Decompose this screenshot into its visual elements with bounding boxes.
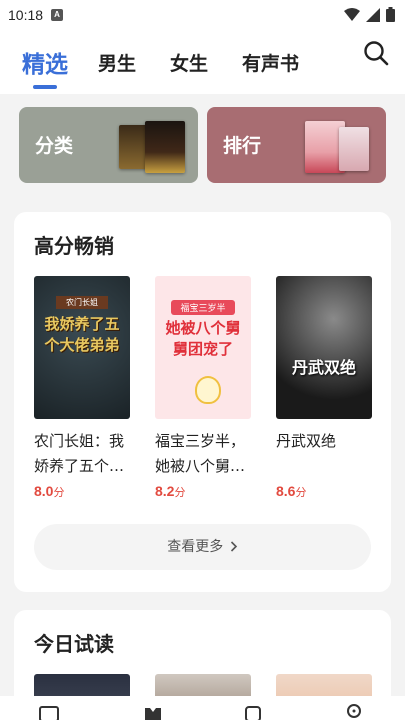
category-icon[interactable] <box>242 704 264 720</box>
cover-title: 她被八个舅舅团宠了 <box>165 319 241 358</box>
notification-icon: A <box>51 9 64 21</box>
book-cover: 福宝三岁半 她被八个舅舅团宠了 <box>155 276 251 419</box>
section-title: 今日试读 <box>34 632 114 656</box>
chick-illustration <box>195 376 221 404</box>
view-more-label: 查看更多 <box>167 539 224 555</box>
status-time: 10:18 <box>8 7 44 23</box>
chevron-right-icon <box>230 541 237 552</box>
store-icon[interactable] <box>142 704 164 720</box>
book-cover: 农门长姐 我娇养了五个大佬弟弟 <box>34 276 130 419</box>
book-title: 福宝三岁半，她被八个舅… <box>155 432 246 475</box>
bottom-nav <box>0 696 405 720</box>
book-title: 农门长姐：我娇养了五个… <box>34 432 125 475</box>
book-item[interactable]: 福宝三岁半 她被八个舅舅团宠了 福宝三岁半，她被八个舅… 8.2分 <box>155 276 251 500</box>
bestsellers-card: 高分畅销 农门长姐 我娇养了五个大佬弟弟 农门长姐：我娇养了五个… 8.0分 福… <box>14 212 391 592</box>
bookshelf-icon[interactable] <box>38 704 60 720</box>
profile-icon[interactable] <box>343 704 365 720</box>
search-icon[interactable] <box>363 40 389 66</box>
battery-icon <box>386 7 395 22</box>
tab-audiobook[interactable]: 有声书 <box>242 49 299 76</box>
signal-icon <box>366 7 380 22</box>
section-title: 高分畅销 <box>34 234 114 258</box>
status-icons <box>344 7 395 22</box>
ranking-tile[interactable]: 排行 <box>207 107 386 183</box>
category-tiles: 分类 排行 <box>0 94 405 194</box>
cover-title: 丹武双绝 <box>291 358 356 377</box>
tab-male[interactable]: 男生 <box>98 49 136 76</box>
view-more-button[interactable]: 查看更多 <box>34 524 371 570</box>
book-item[interactable]: 农门长姐 我娇养了五个大佬弟弟 农门长姐：我娇养了五个… 8.0分 <box>34 276 130 500</box>
book-score: 8.0分 <box>34 483 65 499</box>
category-tile-label: 分类 <box>35 135 74 157</box>
cover-subtitle: 农门长姐 <box>56 296 108 309</box>
status-bar: 10:18 A <box>0 0 405 30</box>
tab-female[interactable]: 女生 <box>170 49 208 76</box>
cover-title: 我娇养了五个大佬弟弟 <box>44 315 120 354</box>
book-title: 丹武双绝 <box>276 432 337 450</box>
category-tile[interactable]: 分类 <box>19 107 198 183</box>
wifi-icon <box>344 7 360 21</box>
book-item[interactable]: 丹武双绝 丹武双绝 8.6分 <box>276 276 372 500</box>
tab-featured[interactable]: 精选 <box>22 45 68 79</box>
book-cover-thumb <box>339 127 369 171</box>
book-score: 8.6分 <box>276 483 307 499</box>
book-score: 8.2分 <box>155 483 186 499</box>
top-nav: 精选 男生 女生 有声书 <box>0 30 405 94</box>
book-cover: 丹武双绝 <box>276 276 372 419</box>
book-cover-thumb <box>145 121 185 173</box>
cover-subtitle: 福宝三岁半 <box>171 300 235 315</box>
ranking-tile-label: 排行 <box>223 135 262 157</box>
